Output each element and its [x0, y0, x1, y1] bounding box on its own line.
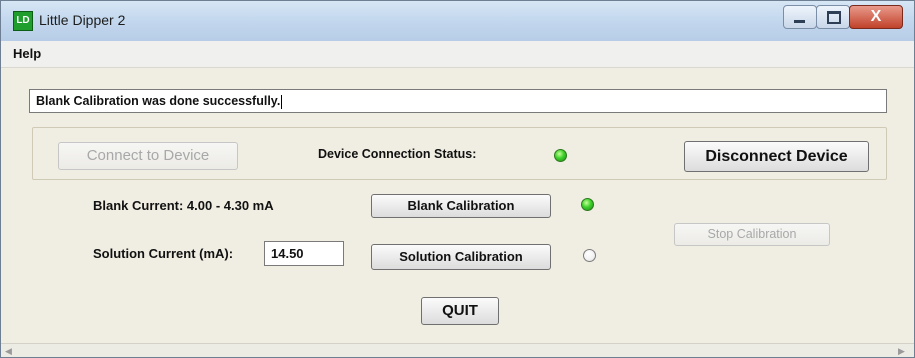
text-caret: [281, 94, 283, 109]
close-button[interactable]: X: [849, 5, 903, 29]
app-icon: LD: [13, 11, 33, 31]
horizontal-scrollbar[interactable]: ◀ ▶: [1, 343, 914, 357]
solution-calibration-led: [583, 249, 596, 262]
device-connection-status-led: [554, 149, 567, 162]
blank-calibration-led: [581, 198, 594, 211]
main-window: LD Little Dipper 2 X Help Blank Calibrat…: [0, 0, 915, 358]
minimize-icon: [794, 20, 805, 23]
scroll-right-icon[interactable]: ▶: [898, 344, 905, 357]
solution-current-label: Solution Current (mA):: [93, 246, 234, 261]
close-icon: X: [870, 8, 882, 25]
menu-bar: Help: [1, 41, 914, 68]
quit-button[interactable]: QUIT: [421, 297, 499, 325]
window-title: Little Dipper 2: [39, 12, 126, 28]
solution-current-input[interactable]: 14.50: [264, 241, 344, 266]
status-message-text: Blank Calibration was done successfully.: [36, 94, 281, 108]
device-connection-status-label: Device Connection Status:: [318, 147, 477, 161]
menu-help[interactable]: Help: [13, 46, 41, 61]
stop-calibration-button[interactable]: Stop Calibration: [674, 223, 830, 246]
disconnect-device-button[interactable]: Disconnect Device: [684, 141, 869, 172]
blank-calibration-button[interactable]: Blank Calibration: [371, 194, 551, 218]
blank-current-label: Blank Current: 4.00 - 4.30 mA: [93, 198, 274, 213]
maximize-button[interactable]: [816, 5, 850, 29]
connection-group: Connect to Device Device Connection Stat…: [32, 127, 887, 180]
minimize-button[interactable]: [783, 5, 817, 29]
title-bar[interactable]: LD Little Dipper 2 X: [1, 1, 914, 41]
scroll-left-icon[interactable]: ◀: [5, 344, 12, 357]
status-message-field[interactable]: Blank Calibration was done successfully.: [29, 89, 887, 113]
connect-to-device-button[interactable]: Connect to Device: [58, 142, 238, 170]
solution-calibration-button[interactable]: Solution Calibration: [371, 244, 551, 270]
maximize-icon: [827, 11, 841, 24]
